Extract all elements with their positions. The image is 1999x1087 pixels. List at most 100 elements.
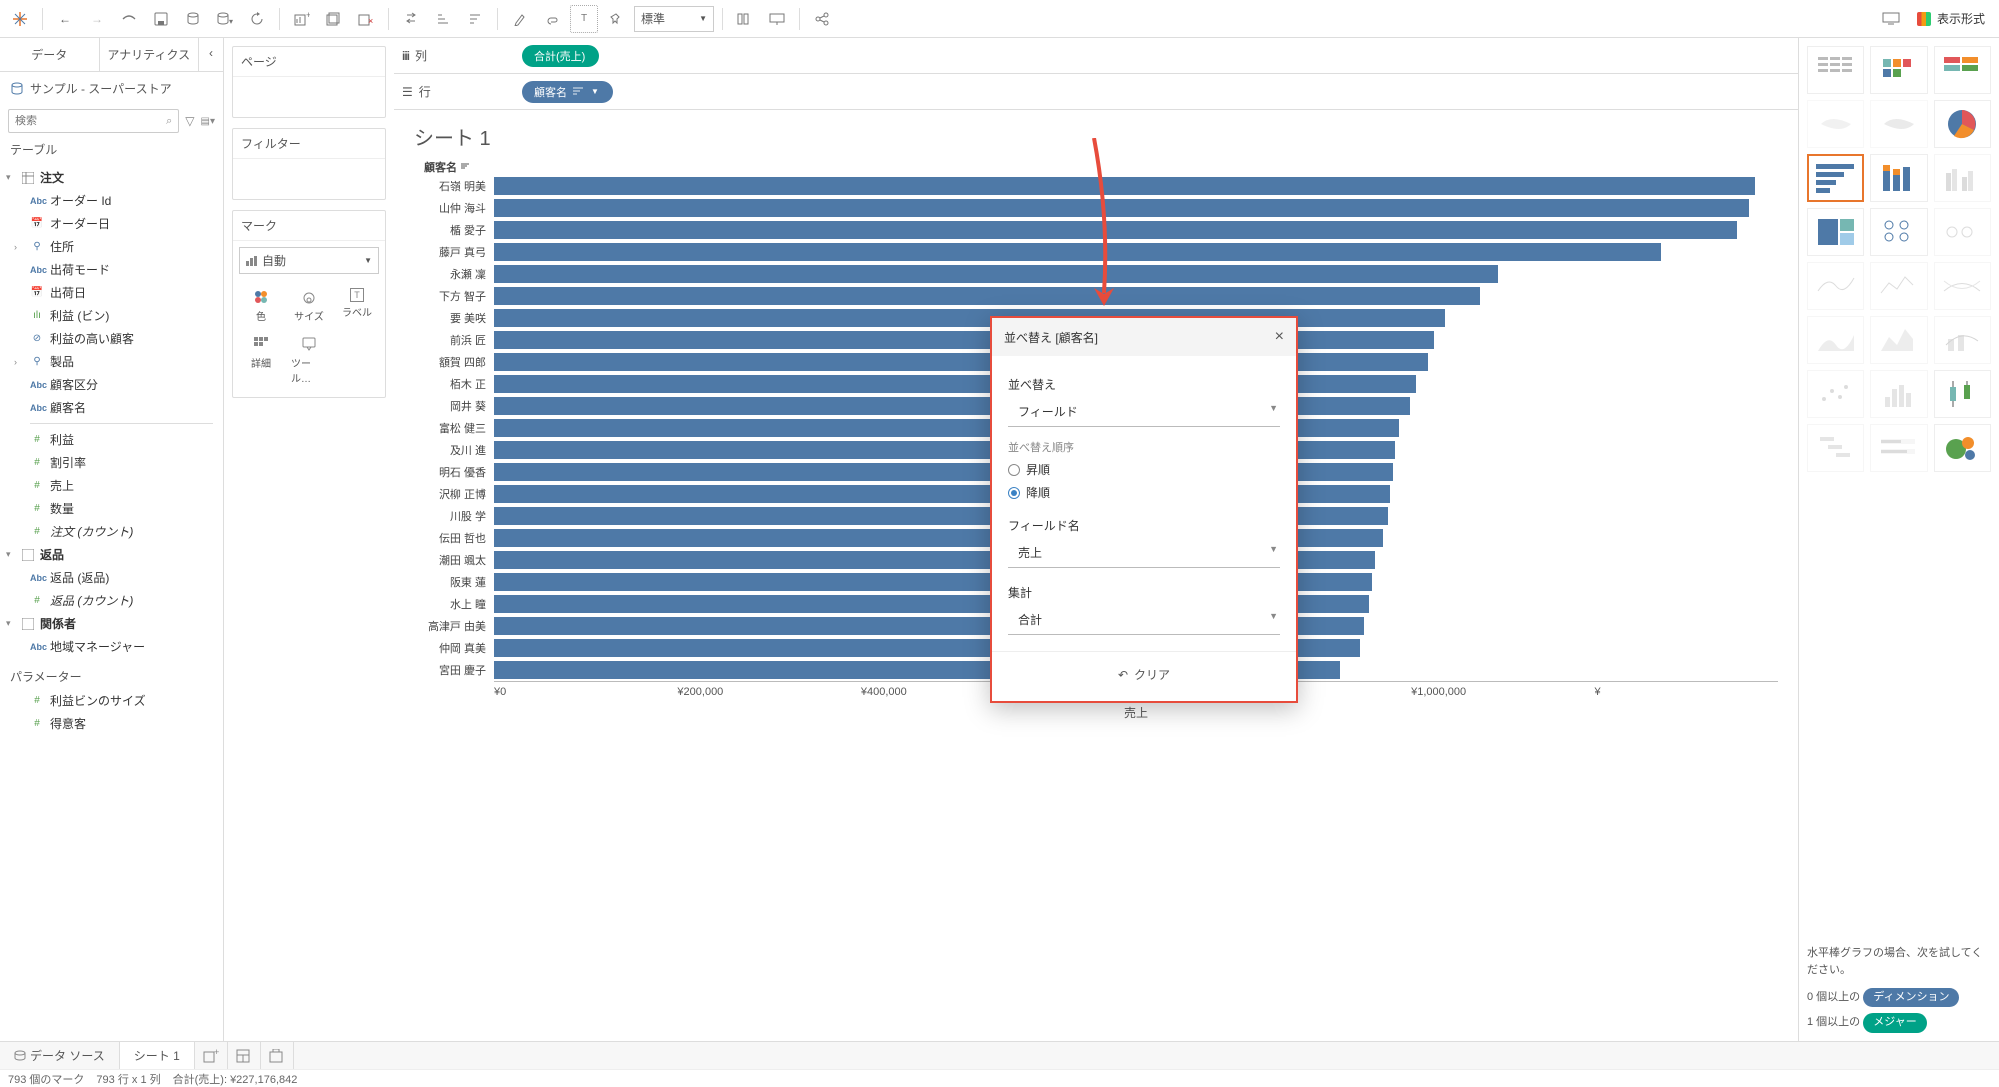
filter-icon[interactable]: ▽ — [185, 114, 194, 128]
chart-row[interactable]: 藤戸 真弓 — [414, 241, 1778, 263]
viz-type-scatter[interactable] — [1807, 370, 1864, 418]
new-worksheet-icon[interactable]: + — [195, 1042, 228, 1069]
new-story-icon[interactable] — [261, 1042, 294, 1069]
tab-sheet1[interactable]: シート 1 — [120, 1042, 195, 1069]
chart-bar[interactable] — [494, 177, 1755, 195]
collapse-sidebar-icon[interactable]: ‹ — [199, 38, 223, 71]
chart-bar[interactable] — [494, 243, 1661, 261]
field-returns-count[interactable]: #返品 (カウント) — [0, 589, 223, 612]
table-orders[interactable]: ▾注文 — [0, 166, 223, 189]
aggregation-dropdown[interactable]: 合計▼ — [1008, 605, 1280, 635]
mark-color[interactable]: 色 — [239, 284, 283, 327]
viz-type-heatmap[interactable] — [1870, 46, 1927, 94]
filters-card[interactable]: フィルター — [232, 128, 386, 200]
sort-asc-icon[interactable] — [429, 5, 457, 33]
present-icon[interactable] — [1877, 5, 1905, 33]
chart-row[interactable]: 永瀬 凜 — [414, 263, 1778, 285]
viz-type-horizontal-bar[interactable] — [1807, 154, 1864, 202]
sort-asc-radio[interactable]: 昇順 — [1008, 461, 1280, 478]
tab-analytics[interactable]: アナリティクス — [100, 38, 200, 71]
viz-type-dual-line[interactable] — [1934, 262, 1991, 310]
show-me-toggle[interactable]: 表示形式 — [1909, 5, 1993, 33]
undo-icon[interactable] — [115, 5, 143, 33]
share-icon[interactable] — [808, 5, 836, 33]
chart-bar[interactable] — [494, 309, 1445, 327]
field-order-id[interactable]: Abcオーダー Id — [0, 189, 223, 212]
text-icon[interactable]: T — [570, 5, 598, 33]
refresh-icon[interactable] — [243, 5, 271, 33]
mark-size[interactable]: サイズ — [287, 284, 331, 327]
field-profit[interactable]: #利益 — [0, 428, 223, 451]
mark-detail[interactable]: 詳細 — [239, 331, 283, 389]
swap-icon[interactable] — [397, 5, 425, 33]
field-name-dropdown[interactable]: 売上▼ — [1008, 538, 1280, 568]
chart-row[interactable]: 山仲 海斗 — [414, 197, 1778, 219]
viz-type-box-plot[interactable] — [1934, 370, 1991, 418]
tableau-logo-icon[interactable] — [6, 5, 34, 33]
field-customer-segment[interactable]: Abc顧客区分 — [0, 373, 223, 396]
param-loyal[interactable]: #得意客 — [0, 712, 223, 735]
forward-icon[interactable]: → — [83, 5, 111, 33]
field-orders-count[interactable]: #注文 (カウント) — [0, 520, 223, 543]
viz-type-histogram[interactable] — [1870, 370, 1927, 418]
field-region-manager[interactable]: Abc地域マネージャー — [0, 635, 223, 658]
sheet-title[interactable]: シート 1 — [414, 122, 1778, 151]
field-product[interactable]: ›⚲製品 — [0, 350, 223, 373]
columns-shelf[interactable]: iii列 合計(売上) — [394, 38, 1798, 74]
presentation-icon[interactable] — [763, 5, 791, 33]
viz-type-treemap[interactable] — [1807, 208, 1864, 256]
tab-data[interactable]: データ — [0, 38, 100, 71]
table-returns[interactable]: ▾返品 — [0, 543, 223, 566]
attachment-icon[interactable] — [538, 5, 566, 33]
view-icon[interactable]: ▤▾ — [201, 116, 215, 127]
viz-type-dual-combination[interactable] — [1934, 316, 1991, 364]
table-people[interactable]: ▾関係者 — [0, 612, 223, 635]
field-ship-date[interactable]: 📅出荷日 — [0, 281, 223, 304]
field-sales[interactable]: #売上 — [0, 474, 223, 497]
viz-type-stacked-bar[interactable] — [1870, 154, 1927, 202]
mark-tooltip[interactable]: ツール… — [287, 331, 331, 389]
clear-sort-button[interactable]: ↶ クリア — [992, 651, 1296, 701]
tab-datasource[interactable]: データ ソース — [0, 1042, 120, 1069]
fit-dropdown[interactable]: 標準▼ — [634, 6, 714, 32]
highlight-icon[interactable] — [506, 5, 534, 33]
new-datasource-icon[interactable]: ▾ — [211, 5, 239, 33]
chart-row[interactable]: 石嶺 明美 — [414, 175, 1778, 197]
viz-type-bullet[interactable] — [1870, 424, 1927, 472]
sort-desc-icon[interactable] — [461, 5, 489, 33]
sort-by-dropdown[interactable]: フィールド▼ — [1008, 397, 1280, 427]
viz-type-gantt[interactable] — [1807, 424, 1864, 472]
duplicate-sheet-icon[interactable] — [320, 5, 348, 33]
field-order-date[interactable]: 📅オーダー日 — [0, 212, 223, 235]
datasource-row[interactable]: サンプル - スーパーストア — [0, 72, 223, 105]
rows-shelf[interactable]: ☰行 顧客名 ▼ — [394, 74, 1798, 110]
show-cards-icon[interactable] — [731, 5, 759, 33]
back-icon[interactable]: ← — [51, 5, 79, 33]
param-profit-bin-size[interactable]: #利益ビンのサイズ — [0, 689, 223, 712]
viz-type-area-continuous[interactable] — [1807, 316, 1864, 364]
dimension-header[interactable]: 顧客名 — [424, 159, 1778, 175]
datasource-icon[interactable] — [179, 5, 207, 33]
field-returns[interactable]: Abc返品 (返品) — [0, 566, 223, 589]
viz-type-packed-bubbles[interactable] — [1934, 424, 1991, 472]
mark-label[interactable]: Tラベル — [335, 284, 379, 327]
chart-bar[interactable] — [494, 287, 1480, 305]
viz-type-side-by-side-bar[interactable] — [1934, 154, 1991, 202]
field-high-profit-customer[interactable]: ⊘利益の高い顧客 — [0, 327, 223, 350]
search-input[interactable] — [15, 115, 166, 127]
save-icon[interactable] — [147, 5, 175, 33]
viz-type-pie[interactable] — [1934, 100, 1991, 148]
chart-bar[interactable] — [494, 199, 1749, 217]
viz-type-filled-map[interactable] — [1870, 100, 1927, 148]
sort-desc-radio[interactable]: 降順 — [1008, 484, 1280, 501]
viz-type-side-by-side-circle[interactable] — [1934, 208, 1991, 256]
field-address[interactable]: ›⚲住所 — [0, 235, 223, 258]
field-customer-name[interactable]: Abc顧客名 — [0, 396, 223, 419]
rows-pill-customer[interactable]: 顧客名 ▼ — [522, 81, 613, 103]
field-search[interactable]: ⌕ — [8, 109, 179, 133]
chart-bar[interactable] — [494, 265, 1498, 283]
close-icon[interactable]: × — [1275, 328, 1284, 346]
clear-sheet-icon[interactable]: × — [352, 5, 380, 33]
viz-type-line-discrete[interactable] — [1870, 262, 1927, 310]
pages-card[interactable]: ページ — [232, 46, 386, 118]
